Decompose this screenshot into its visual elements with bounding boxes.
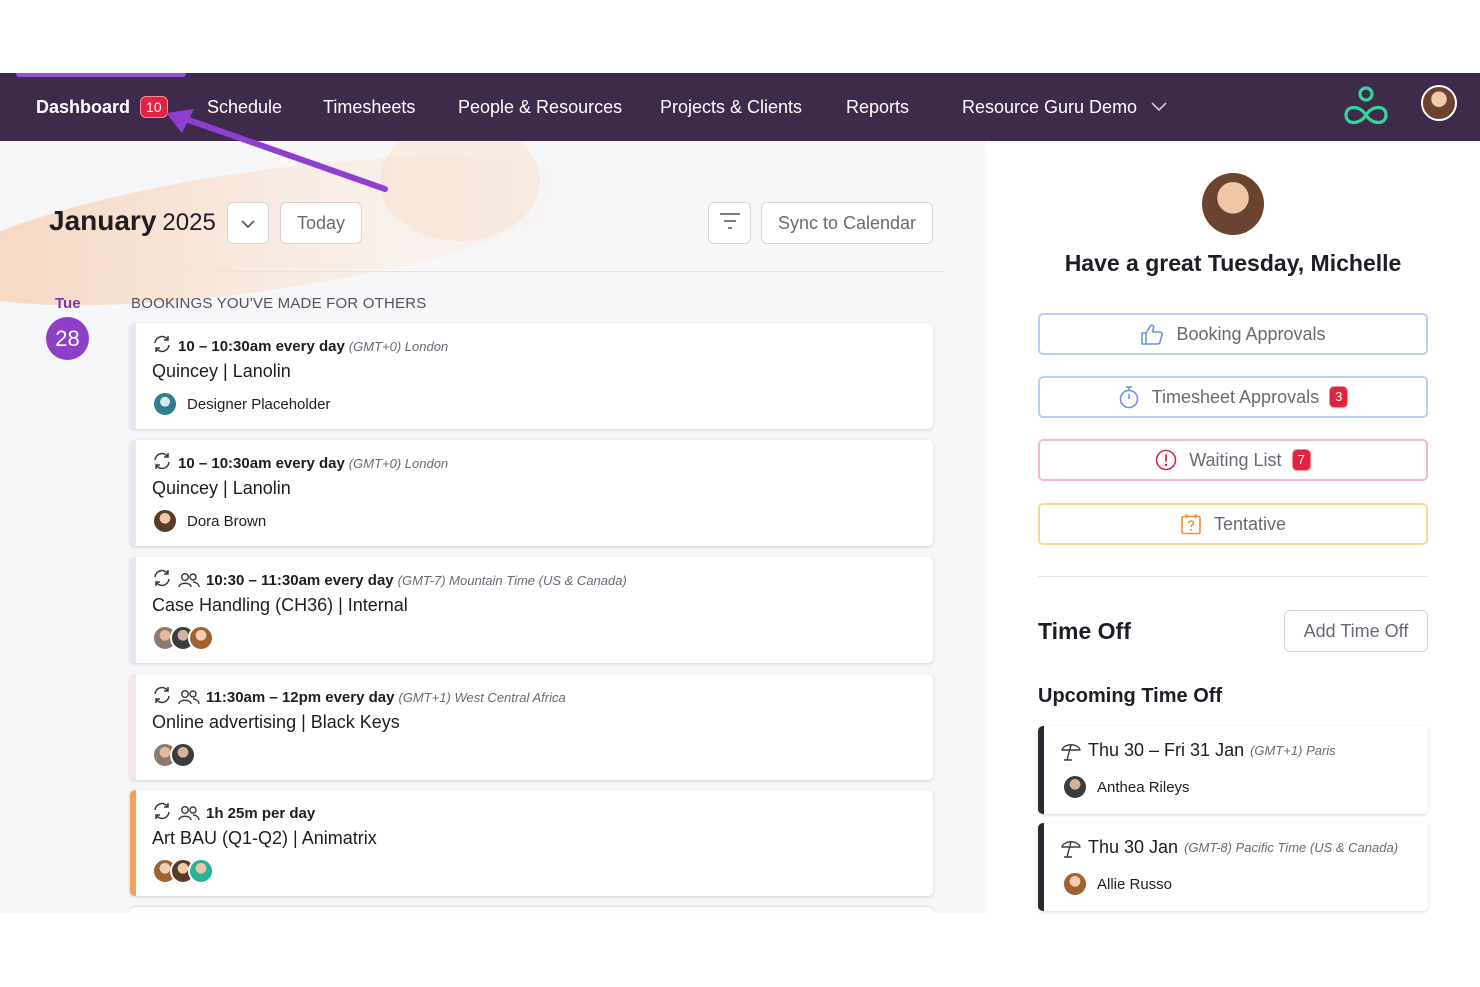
avatar xyxy=(170,742,196,768)
tentative-label: Tentative xyxy=(1213,513,1287,534)
resource-guru-logo-icon[interactable] xyxy=(1340,83,1392,134)
booking-time: 11:30am – 12pm every day xyxy=(206,688,395,706)
repeat-icon xyxy=(152,569,172,591)
account-name: Resource Guru Demo xyxy=(962,96,1138,117)
booking-title: Quincey | Lanolin xyxy=(152,361,291,381)
nav-people-resources[interactable]: People & Resources xyxy=(458,73,622,141)
filter-icon xyxy=(719,212,741,235)
add-time-off-button[interactable]: Add Time Off xyxy=(1284,610,1428,652)
booking-card[interactable]: 1h 25m per day Art BAU (Q1-Q2) | Animatr… xyxy=(130,790,933,896)
avatar xyxy=(1062,774,1088,800)
booking-time: 1h 25m per day xyxy=(206,804,316,822)
group-icon xyxy=(178,805,200,821)
repeat-icon xyxy=(152,686,172,708)
waiting-list-label: Waiting List xyxy=(1189,449,1282,470)
divider xyxy=(1038,576,1428,577)
avatar xyxy=(152,391,178,417)
nav-dashboard[interactable]: Dashboard 10 xyxy=(36,73,168,141)
day-number-badge: 28 xyxy=(46,317,89,360)
timesheet-approvals-label: Timesheet Approvals xyxy=(1151,386,1320,407)
today-button[interactable]: Today xyxy=(280,202,362,244)
user-avatar[interactable] xyxy=(1421,85,1457,121)
waiting-list-badge: 7 xyxy=(1291,449,1311,471)
avatar xyxy=(188,858,214,884)
calendar-question-icon xyxy=(1180,513,1202,535)
repeat-icon xyxy=(152,802,172,824)
booking-title: Quincey | Lanolin xyxy=(152,478,291,498)
booking-time: 10 – 10:30am every day xyxy=(178,337,345,355)
chevron-down-icon xyxy=(1151,102,1167,112)
month-picker-button[interactable] xyxy=(227,202,269,244)
repeat-icon xyxy=(152,335,172,357)
booking-timezone: (GMT+1) West Central Africa xyxy=(398,689,566,705)
tentative-button[interactable]: Tentative xyxy=(1038,503,1428,545)
avatar xyxy=(152,508,178,534)
time-off-card[interactable]: Thu 30 Jan (GMT-8) Pacific Time (US & Ca… xyxy=(1038,823,1428,911)
booking-time: 10 – 10:30am every day xyxy=(178,454,345,472)
booking-card[interactable]: 11:30am – 12pm every day (GMT+1) West Ce… xyxy=(130,674,933,780)
booking-title: Case Handling (CH36) | Internal xyxy=(152,595,408,615)
time-off-title: Time Off xyxy=(1038,618,1131,644)
timesheet-approvals-button[interactable]: Timesheet Approvals 3 xyxy=(1038,376,1428,418)
upcoming-time-off-title: Upcoming Time Off xyxy=(1038,685,1223,707)
nav-active-indicator xyxy=(16,73,186,77)
thumbs-up-icon xyxy=(1140,323,1164,345)
booking-timezone: (GMT+0) London xyxy=(348,338,449,354)
time-off-card[interactable]: Thu 30 – Fri 31 Jan (GMT+1) Paris Anthea… xyxy=(1038,726,1428,814)
nav-projects-clients[interactable]: Projects & Clients xyxy=(660,73,802,141)
add-time-off-label: Add Time Off xyxy=(1303,620,1409,641)
time-off-dates: Thu 30 Jan xyxy=(1088,837,1179,857)
nav-people-resources-label: People & Resources xyxy=(458,96,623,117)
booking-timezone: (GMT+0) London xyxy=(348,455,449,471)
booking-title: Online advertising | Black Keys xyxy=(152,712,400,732)
time-off-person: Allie Russo xyxy=(1097,875,1173,893)
account-switcher[interactable]: Resource Guru Demo xyxy=(962,73,1167,141)
today-button-label: Today xyxy=(296,212,346,233)
waiting-list-button[interactable]: Waiting List 7 xyxy=(1038,439,1428,481)
repeat-icon xyxy=(152,452,172,474)
booking-person: Designer Placeholder xyxy=(187,395,331,413)
booking-card[interactable]: 10 – 10:30am every day (GMT+0) London Qu… xyxy=(130,440,933,546)
booking-person: Dora Brown xyxy=(187,512,267,530)
greeting: Have a great Tuesday, Michelle xyxy=(1064,250,1402,276)
month-label: January xyxy=(49,205,157,236)
time-off-person: Anthea Rileys xyxy=(1097,778,1190,796)
booking-title: Art BAU (Q1-Q2) | Animatrix xyxy=(152,828,377,848)
alert-circle-icon xyxy=(1155,449,1177,471)
day-name: Tue xyxy=(55,295,81,312)
booking-card[interactable] xyxy=(130,907,933,913)
umbrella-icon xyxy=(1060,741,1082,761)
booking-approvals-button[interactable]: Booking Approvals xyxy=(1038,313,1428,355)
bookings-section-label: BOOKINGS YOU'VE MADE FOR OTHERS xyxy=(131,295,427,312)
stopwatch-icon xyxy=(1118,385,1140,409)
sync-to-calendar-label: Sync to Calendar xyxy=(777,212,917,233)
nav-dashboard-label: Dashboard xyxy=(36,96,131,117)
umbrella-icon xyxy=(1060,838,1082,858)
divider xyxy=(130,271,944,272)
nav-reports[interactable]: Reports xyxy=(846,73,909,141)
year-label: 2025 xyxy=(162,209,216,236)
nav-projects-clients-label: Projects & Clients xyxy=(660,96,803,117)
time-off-dates: Thu 30 – Fri 31 Jan xyxy=(1088,740,1245,760)
time-off-timezone: (GMT+1) Paris xyxy=(1250,743,1336,758)
avatar xyxy=(188,625,214,651)
group-icon xyxy=(178,572,200,588)
booking-card[interactable]: 10:30 – 11:30am every day (GMT-7) Mounta… xyxy=(130,557,933,663)
timesheet-approvals-badge: 3 xyxy=(1329,386,1349,408)
booking-timezone: (GMT-7) Mountain Time (US & Canada) xyxy=(397,572,627,588)
booking-time: 10:30 – 11:30am every day xyxy=(206,571,394,589)
sync-to-calendar-button[interactable]: Sync to Calendar xyxy=(761,202,933,244)
group-icon xyxy=(178,689,200,705)
nav-reports-label: Reports xyxy=(846,96,910,117)
chevron-down-icon xyxy=(241,213,255,234)
annotation-arrow-icon xyxy=(166,109,388,192)
avatar xyxy=(1062,871,1088,897)
profile-avatar xyxy=(1202,173,1264,235)
booking-card[interactable]: 10 – 10:30am every day (GMT+0) London Qu… xyxy=(130,323,933,429)
booking-approvals-label: Booking Approvals xyxy=(1176,323,1326,344)
time-off-timezone: (GMT-8) Pacific Time (US & Canada) xyxy=(1184,840,1399,855)
month-title: January 2025 xyxy=(49,205,216,237)
filter-button[interactable] xyxy=(708,202,751,244)
